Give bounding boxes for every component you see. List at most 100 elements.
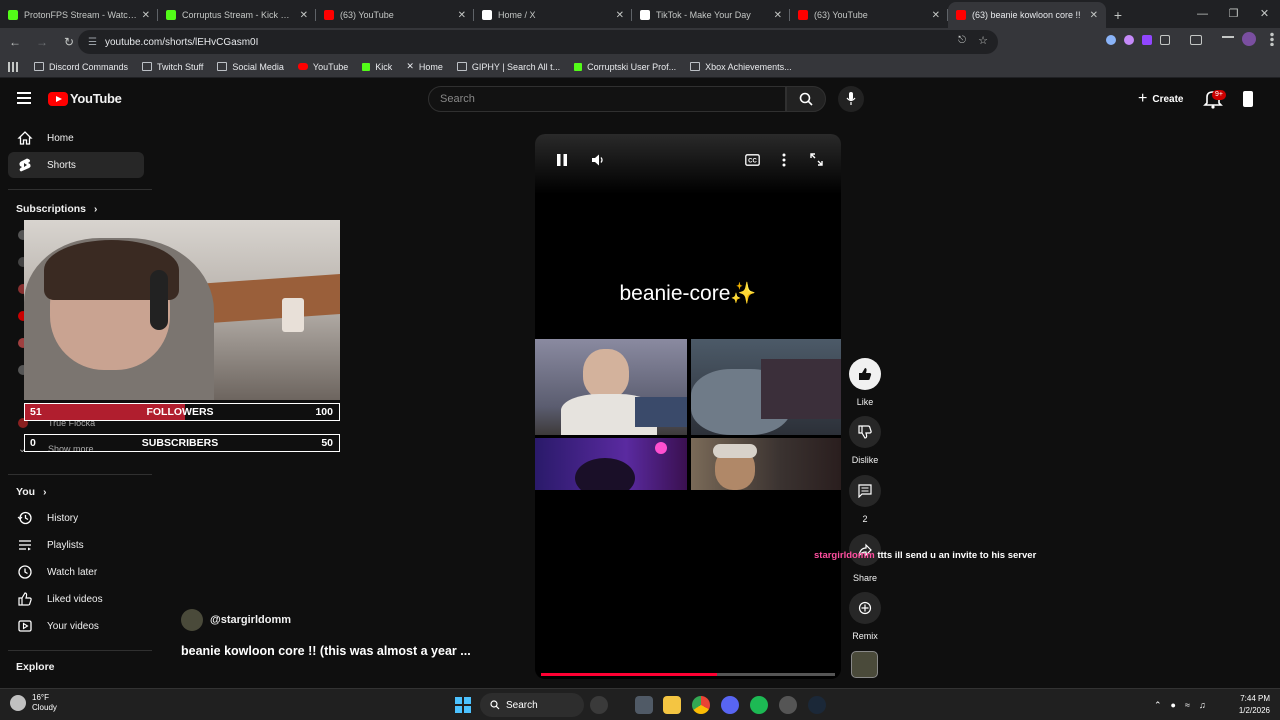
address-bar[interactable]: ☰ youtube.com/shorts/lEHvCGasm0I ⎋ ☆ (78, 30, 998, 54)
apps-grid-icon[interactable] (8, 61, 20, 72)
captions-button[interactable]: CC (745, 154, 760, 169)
comments-action[interactable]: 2 (848, 475, 882, 524)
chevron-up-icon[interactable]: ⌃ (1154, 700, 1162, 711)
profile-avatar[interactable] (1242, 32, 1256, 46)
chrome-menu-icon[interactable] (1270, 32, 1274, 46)
search-button[interactable] (786, 86, 826, 112)
back-icon[interactable]: ← (3, 30, 27, 54)
bookmark-item[interactable]: Corruptski User Prof... (574, 62, 676, 72)
bookmark-item[interactable]: Discord Commands (34, 62, 128, 72)
dislike-button[interactable] (849, 416, 881, 448)
folder-icon[interactable] (663, 696, 681, 714)
remix-action[interactable]: Remix (848, 592, 882, 641)
browser-tab-strip: ProtonFPS Stream - Watch Live✕Corruptus … (0, 0, 1280, 28)
site-info-icon[interactable]: ☰ (88, 37, 97, 48)
steam-icon[interactable] (808, 696, 826, 714)
sidebar-item-history[interactable]: History (8, 505, 144, 531)
start-button[interactable] (455, 697, 471, 713)
folder-icon (142, 62, 153, 71)
comments-button[interactable] (849, 475, 881, 507)
install-icon[interactable]: ⎋ (958, 35, 966, 46)
account-avatar[interactable] (1243, 91, 1253, 107)
bookmark-item[interactable]: Kick (362, 62, 392, 72)
sidebar-item-your-videos[interactable]: Your videos (8, 613, 144, 639)
forward-icon[interactable]: → (30, 30, 54, 54)
sidebar-item-home[interactable]: Home (8, 125, 144, 151)
bookmark-item[interactable]: Xbox Achievements... (690, 62, 792, 72)
you-heading[interactable]: You › (16, 486, 46, 498)
sidebar-item-watch-later[interactable]: Watch later (8, 559, 144, 585)
chrome-icon[interactable] (692, 696, 710, 714)
close-tab-icon[interactable]: ✕ (932, 10, 940, 21)
shorts-player[interactable]: CC beanie-core✨ (535, 134, 841, 679)
close-window-icon[interactable]: ✕ (1249, 0, 1280, 28)
like-button[interactable] (849, 358, 881, 390)
bookmark-item[interactable]: GIPHY | Search All t... (456, 62, 560, 72)
tab-search-icon[interactable] (1190, 35, 1202, 45)
volume-button[interactable] (591, 153, 605, 170)
close-tab-icon[interactable]: ✕ (300, 10, 308, 21)
minimize-icon[interactable]: — (1187, 0, 1218, 28)
close-tab-icon[interactable]: ✕ (1090, 10, 1098, 21)
bookmark-star-icon[interactable]: ☆ (978, 34, 988, 47)
extension-icon[interactable] (1106, 35, 1116, 45)
browser-tab[interactable]: Corruptus Stream - Kick Dashb ✕ (158, 2, 316, 28)
wifi-icon[interactable]: ≈ (1185, 700, 1190, 711)
short-channel[interactable]: @stargirldomm (181, 609, 291, 631)
twitch-extension-icon[interactable] (1142, 35, 1152, 45)
microphone-icon[interactable]: ● (1171, 700, 1176, 711)
menu-icon[interactable] (17, 92, 31, 104)
sidebar-item-liked-videos[interactable]: Liked videos (8, 586, 144, 612)
spotify-icon[interactable] (750, 696, 768, 714)
close-tab-icon[interactable]: ✕ (774, 10, 782, 21)
task-view-icon[interactable] (590, 696, 608, 714)
subscriptions-heading[interactable]: Subscriptions › (16, 203, 97, 215)
sound-thumbnail[interactable] (851, 651, 878, 678)
file-explorer-icon[interactable] (635, 696, 653, 714)
extensions-puzzle-icon[interactable] (1160, 35, 1170, 45)
obs-icon[interactable] (779, 696, 797, 714)
bookmark-item[interactable]: Twitch Stuff (142, 62, 203, 72)
speaker-icon[interactable]: ♫ (1199, 700, 1206, 711)
clock[interactable]: 7:44 PM 1/2/2026 (1239, 693, 1270, 717)
browser-tab[interactable]: (63) YouTube ✕ (316, 2, 474, 28)
channel-handle[interactable]: @stargirldomm (210, 614, 291, 626)
browser-tab[interactable]: ProtonFPS Stream - Watch Live ✕ (0, 2, 158, 28)
video-progress-fill (541, 673, 718, 676)
voice-search-button[interactable] (838, 86, 864, 112)
sidebar-item-shorts[interactable]: Shorts (8, 152, 144, 178)
new-tab-button[interactable]: + (1106, 2, 1130, 28)
close-tab-icon[interactable]: ✕ (616, 10, 624, 21)
like-action[interactable]: Like (848, 358, 882, 407)
video-progress-bar[interactable] (541, 673, 835, 676)
bookmark-item[interactable]: ✕ Home (406, 61, 443, 72)
followers-goal-bar: 51 FOLLOWERS 100 (24, 403, 340, 421)
fullscreen-button[interactable] (810, 153, 823, 169)
media-controls-icon[interactable] (1222, 36, 1234, 44)
bookmark-item[interactable]: YouTube (297, 62, 348, 72)
browser-tab[interactable]: Home / X ✕ (474, 2, 632, 28)
discord-icon[interactable] (721, 696, 739, 714)
like-label: Like (856, 397, 874, 407)
pause-button[interactable] (556, 153, 568, 170)
weather-widget[interactable]: 16°F Cloudy (10, 693, 57, 713)
channel-avatar[interactable] (181, 609, 203, 631)
search-input[interactable]: Search (428, 86, 786, 112)
more-options-button[interactable] (782, 153, 786, 170)
taskbar-search[interactable]: Search (480, 693, 584, 717)
dislike-action[interactable]: Dislike (848, 416, 882, 465)
extension-icon[interactable] (1124, 35, 1134, 45)
short-title[interactable]: beanie kowloon core !! (this was almost … (181, 644, 471, 658)
remix-button[interactable] (849, 592, 881, 624)
browser-tab[interactable]: TikTok - Make Your Day ✕ (632, 2, 790, 28)
close-tab-icon[interactable]: ✕ (458, 10, 466, 21)
browser-tab[interactable]: (63) YouTube ✕ (790, 2, 948, 28)
headset-shape (150, 270, 168, 330)
browser-tab[interactable]: (63) beanie kowloon core !! ✕ (948, 2, 1106, 28)
close-tab-icon[interactable]: ✕ (142, 10, 150, 21)
restore-icon[interactable]: ❐ (1218, 0, 1249, 28)
sidebar-item-playlists[interactable]: Playlists (8, 532, 144, 558)
bookmark-item[interactable]: Social Media (217, 62, 284, 72)
youtube-logo[interactable]: YouTube (48, 91, 122, 106)
create-button[interactable]: + Create (1128, 86, 1193, 112)
